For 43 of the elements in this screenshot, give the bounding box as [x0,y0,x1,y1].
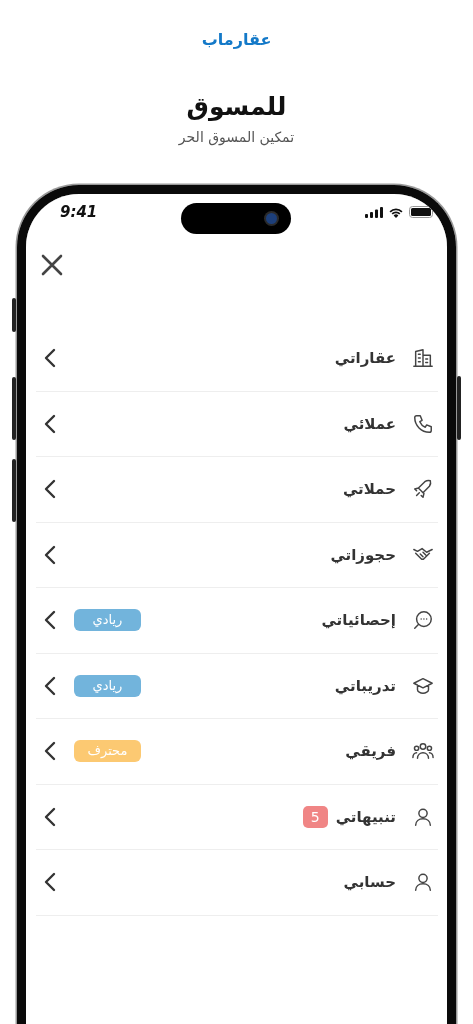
menu-label: فريقي [345,742,396,761]
logo: عقارماب [201,30,272,50]
rocket-icon [412,478,434,501]
menu-label: حجوزاتي [330,545,396,564]
plan-tag: ريادي [74,674,141,697]
menu-label: تنبيهاتي [335,807,396,826]
chevron-icon [44,413,56,434]
menu-label: تدريباتي [334,676,396,695]
plan-tag: ريادي [74,609,141,632]
page-subtitle: تمكين المسوق الحر [178,128,295,147]
menu-item[interactable]: فريقي محترف [36,719,438,785]
menu-label: عقاراتي [334,349,396,368]
chevron-icon [44,741,56,762]
chevron-icon [44,675,56,696]
chevron-icon [44,479,56,500]
battery-icon [409,206,433,218]
wifi-icon [388,206,404,218]
close-icon[interactable] [40,253,64,277]
phone-icon [412,412,434,435]
menu-item[interactable]: عقاراتي [36,326,438,392]
menu-item[interactable]: عملائي [36,391,438,457]
menu-label: عملائي [343,414,396,433]
plan-tag: محترف [74,740,141,763]
menu-item[interactable]: حملاتي [36,457,438,523]
menu-item[interactable]: حجوزاتي [36,522,438,588]
menu-item[interactable]: تدريباتي ريادي [36,653,438,719]
chevron-icon [44,872,56,893]
chat-bubble-icon [412,609,434,632]
person-icon [412,871,434,894]
chevron-icon [44,806,56,827]
signal-icon [365,206,383,218]
menu-item[interactable]: حسابي [36,850,438,916]
menu-item[interactable]: إحصائياتي ريادي [36,588,438,654]
status-time: 9:41 [60,203,98,221]
menu-label: حسابي [343,873,396,892]
menu-label: إحصائياتي [321,611,396,630]
menu-label: حملاتي [342,480,396,499]
chevron-icon [44,348,56,369]
building-icon [412,347,434,370]
count-badge: 5 [302,805,328,828]
chevron-icon [44,610,56,631]
page-title: للمسوق [186,91,287,123]
chevron-icon [44,544,56,565]
